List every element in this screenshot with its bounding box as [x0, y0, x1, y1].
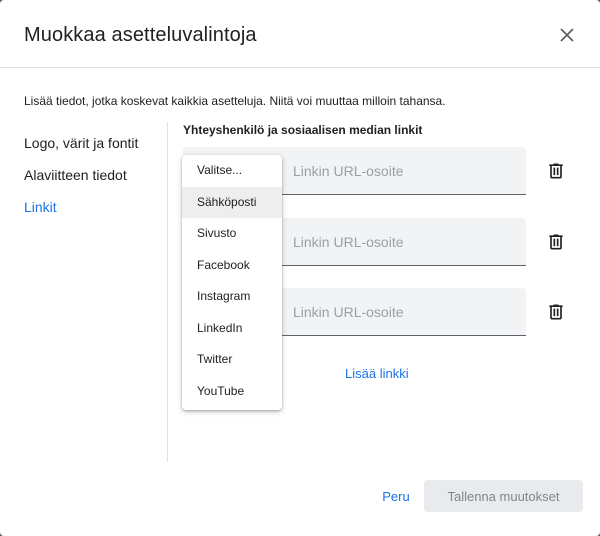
add-link-button[interactable]: Lisää linkki [345, 366, 409, 381]
links-section-title: Yhteyshenkilö ja sosiaalisen median link… [183, 123, 423, 137]
dropdown-option[interactable]: Valitse... [182, 155, 282, 187]
delete-link-button[interactable] [546, 232, 566, 252]
dropdown-option[interactable]: Sivusto [182, 218, 282, 250]
dropdown-option[interactable]: Sähköposti [182, 186, 282, 218]
layout-options-dialog: Muokkaa asetteluvalintoja Lisää tiedot, … [0, 0, 600, 536]
dropdown-option[interactable]: Twitter [182, 344, 282, 376]
cancel-button[interactable]: Peru [372, 482, 420, 510]
trash-icon [549, 304, 563, 320]
trash-icon [549, 234, 563, 250]
dropdown-option[interactable]: Facebook [182, 250, 282, 282]
dialog-header: Muokkaa asetteluvalintoja [0, 0, 600, 68]
delete-link-button[interactable] [546, 302, 566, 322]
nav-item-links[interactable]: Linkit [24, 197, 138, 229]
nav-item-logo-colors-fonts[interactable]: Logo, värit ja fontit [24, 133, 138, 165]
link-type-dropdown: Valitse... Sähköposti Sivusto Facebook I… [182, 155, 282, 410]
link-url-input[interactable] [281, 288, 526, 336]
trash-icon [549, 163, 563, 179]
dropdown-option[interactable]: YouTube [182, 376, 282, 408]
close-icon [560, 28, 574, 42]
close-button[interactable] [556, 24, 578, 46]
dropdown-option[interactable]: Instagram [182, 281, 282, 313]
save-changes-button[interactable]: Tallenna muutokset [424, 480, 583, 512]
nav-divider [167, 122, 168, 462]
dropdown-option[interactable]: LinkedIn [182, 313, 282, 345]
link-url-input[interactable] [281, 147, 526, 195]
delete-link-button[interactable] [546, 161, 566, 181]
dialog-title: Muokkaa asetteluvalintoja [24, 24, 257, 46]
settings-nav: Logo, värit ja fontit Alaviitteen tiedot… [24, 133, 138, 229]
link-url-input[interactable] [281, 218, 526, 266]
nav-item-footer-info[interactable]: Alaviitteen tiedot [24, 165, 138, 197]
dialog-description: Lisää tiedot, jotka koskevat kaikkia ase… [24, 94, 446, 108]
